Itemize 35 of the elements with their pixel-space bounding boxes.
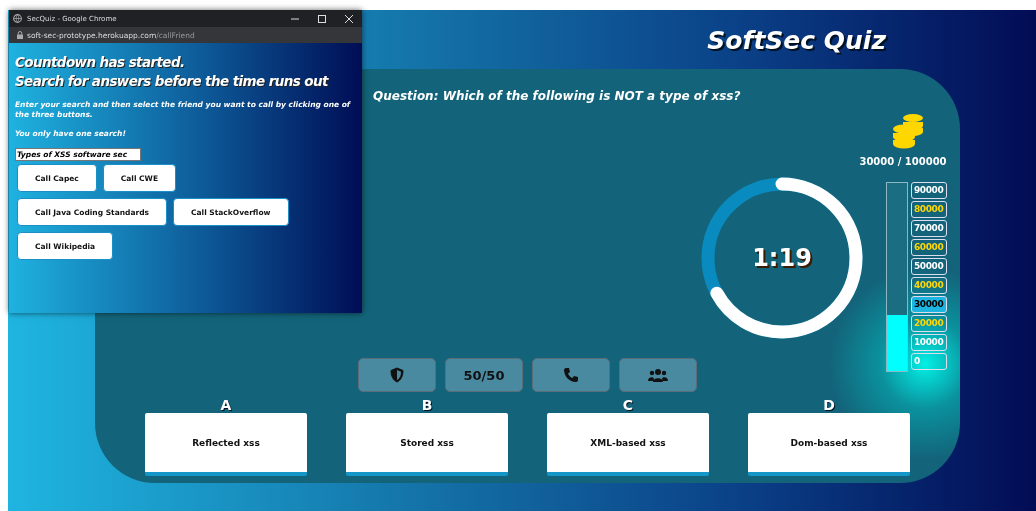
answer-letter: C — [622, 397, 634, 413]
question-text: Question: Which of the following is NOT a type of xss? — [373, 89, 742, 103]
fifty-fifty-button[interactable]: 50/50 — [445, 358, 523, 392]
group-icon — [648, 368, 668, 382]
audience-button[interactable] — [619, 358, 697, 392]
countdown-time: 1:19 — [752, 244, 812, 272]
lock-icon — [17, 31, 23, 39]
answer-button[interactable]: XML-based xss — [547, 413, 709, 476]
popup-heading: Countdown has started. Search for answers before the time runs out — [15, 53, 330, 91]
answer-button[interactable]: Dom-based xss — [748, 413, 910, 476]
app-title: SoftSec Quiz — [707, 26, 886, 55]
answer-letter: A — [220, 397, 232, 413]
shield-button[interactable] — [358, 358, 436, 392]
shield-icon — [390, 367, 404, 383]
prize-amount: 70000 — [914, 222, 944, 233]
prize-amount: 90000 — [914, 185, 944, 195]
coins-icon — [892, 113, 924, 151]
prize-amount: 20000 — [914, 317, 944, 328]
answer-letter: D — [823, 397, 835, 413]
prize-amount: 60000 — [914, 241, 944, 252]
answer-button[interactable]: Stored xss — [346, 413, 508, 476]
prize-amount: 30000 — [914, 298, 944, 309]
close-icon[interactable] — [345, 14, 353, 23]
answer-letter: B — [421, 397, 433, 413]
globe-icon — [13, 14, 22, 23]
maximize-icon[interactable] — [318, 14, 326, 23]
prize-amount: 80000 — [914, 204, 944, 214]
coins-score: 30000 / 100000 — [859, 156, 947, 167]
phone-icon — [563, 367, 579, 383]
prize-amount: 50000 — [914, 260, 944, 271]
prize-amount: 40000 — [914, 279, 944, 290]
prize-amount: 10000 — [914, 336, 944, 347]
phone-button[interactable] — [532, 358, 610, 392]
prize-amount: 0 — [914, 355, 920, 366]
answer-button[interactable]: Reflected xss — [145, 413, 307, 476]
